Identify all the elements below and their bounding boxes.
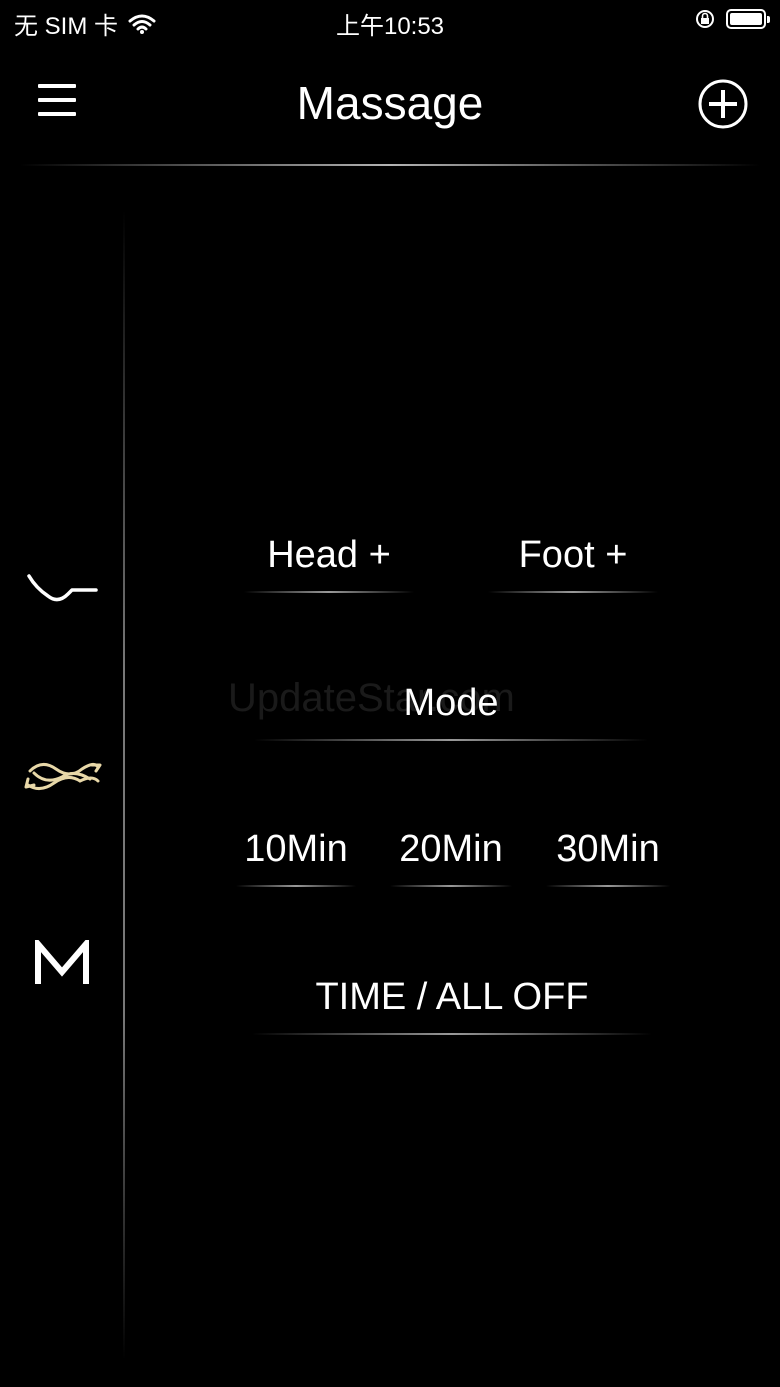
battery-icon — [726, 9, 770, 29]
mode-underline — [254, 739, 648, 741]
sidebar-divider — [123, 210, 125, 1360]
foot-plus-button[interactable]: Foot + — [488, 534, 658, 593]
orientation-lock-icon — [696, 10, 714, 28]
head-plus-label: Head + — [267, 534, 391, 576]
mode-button[interactable]: Mode — [254, 682, 648, 741]
timer-30min-button[interactable]: 30Min — [546, 828, 670, 887]
nav-divider — [20, 164, 760, 166]
time-all-off-label: TIME / ALL OFF — [315, 976, 589, 1018]
timer-10min-label: 10Min — [244, 828, 348, 870]
timer-20min-button[interactable]: 20Min — [390, 828, 512, 887]
timer-20min-underline — [390, 885, 512, 887]
status-right — [694, 8, 770, 30]
foot-plus-label: Foot + — [518, 534, 628, 576]
foot-plus-underline — [488, 591, 658, 593]
status-bar: 无 SIM 卡 上午10:53 — [0, 0, 780, 44]
head-plus-button[interactable]: Head + — [244, 534, 414, 593]
status-time: 上午10:53 — [335, 13, 445, 40]
page-title: Massage — [296, 77, 484, 129]
bed-position-icon[interactable] — [26, 570, 100, 610]
timer-30min-label: 30Min — [556, 828, 660, 870]
wave-massage-icon[interactable] — [24, 757, 102, 797]
nav-bar: Massage — [0, 60, 780, 160]
time-all-off-button[interactable]: TIME / ALL OFF — [252, 976, 652, 1035]
memory-m-icon[interactable] — [34, 940, 90, 986]
timer-30min-underline — [546, 885, 670, 887]
head-plus-underline — [244, 591, 414, 593]
mode-label: Mode — [403, 682, 499, 724]
time-all-off-underline — [252, 1033, 652, 1035]
timer-20min-label: 20Min — [399, 828, 503, 870]
timer-10min-underline — [236, 885, 356, 887]
timer-10min-button[interactable]: 10Min — [236, 828, 356, 887]
plus-circle-icon[interactable] — [697, 78, 749, 130]
